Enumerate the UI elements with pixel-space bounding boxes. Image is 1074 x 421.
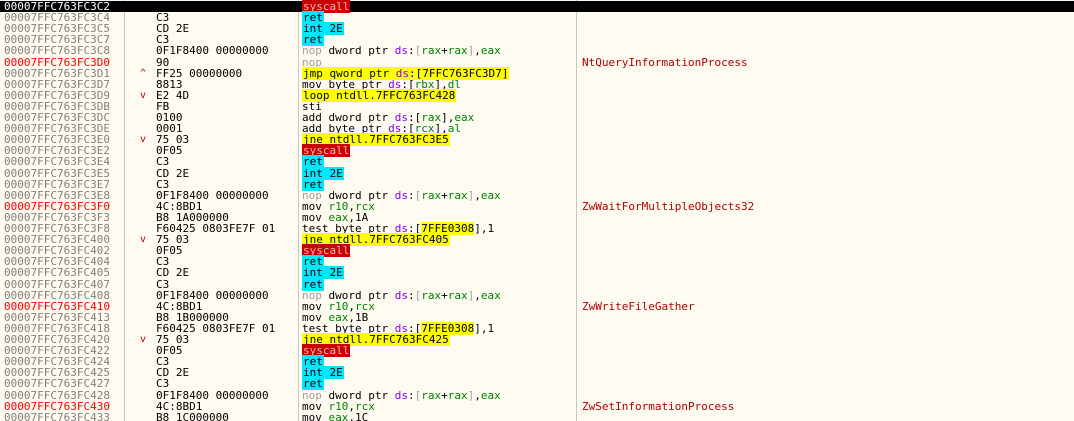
bytes-cell: 90 [156, 55, 170, 69]
disasm-row[interactable]: 00007FFC763FC433 B8 1C000000 mov eax,1C [0, 412, 1074, 421]
comment-cell: NtQueryInformationProcess [582, 55, 748, 69]
bytes-cell: B8 1C000000 [156, 410, 229, 421]
instruction-cell: syscall [302, 0, 572, 13]
disasm-row[interactable]: 00007FFC763FC407 C3 ret [0, 277, 1074, 291]
disasm-row[interactable]: 00007FFC763FC405 CD 2E int 2E [0, 266, 1074, 280]
bytes-cell: E2 4D [156, 88, 190, 102]
bytes-cell: 4C:8BD1 [156, 399, 203, 413]
operands: 2E [329, 166, 343, 180]
address-cell: 00007FFC763FC3C8 [4, 44, 110, 58]
instruction-cell: syscall [302, 244, 572, 258]
address-cell: 00007FFC763FC3D1 [4, 66, 110, 80]
disasm-row[interactable]: 00007FFC763FC3E7 C3 ret [0, 177, 1074, 191]
disasm-row[interactable]: 00007FFC763FC408 0F1F8400 00000000 nop dwo… [0, 290, 1074, 301]
address-cell: 00007FFC763FC3E5 [4, 166, 110, 180]
address-cell: 00007FFC763FC430 [4, 399, 110, 413]
instruction-cell: nop dword ptr ds:[rax+rax],eax [302, 45, 572, 56]
mnemonic: mov [302, 410, 322, 421]
bytes-cell: 0F1F8400 00000000 [156, 288, 269, 302]
comment-cell: ZwSetInformationProcess [582, 399, 735, 413]
disasm-row[interactable]: 00007FFC763FC3D1 ^ FF25 00000000 jmp qword … [0, 66, 1074, 80]
jump-arrow-icon: v [139, 134, 147, 146]
bytes-cell: FF25 00000000 [156, 66, 243, 80]
address-cell: 00007FFC763FC3E7 [4, 177, 110, 191]
bytes-cell: C3 [156, 177, 170, 191]
bytes-cell: 0F05 [156, 144, 183, 158]
comment-cell: NtAllocateVirtualMemory [582, 0, 735, 13]
disasm-row[interactable]: 00007FFC763FC3C8 0F1F8400 00000000 nop dwo… [0, 45, 1074, 56]
address-cell: 00007FFC763FC3D0 [4, 55, 110, 69]
jump-arrow-icon: v [139, 89, 147, 101]
disasm-row[interactable]: 00007FFC763FC3E4 C3 ret [0, 155, 1074, 169]
instruction-cell: int 2E [302, 366, 572, 380]
operands: dword ptr ds:[rax+rax],eax [328, 44, 501, 58]
bytes-cell: CD 2E [156, 366, 190, 380]
operands: 2E [329, 22, 343, 36]
instruction-cell: int 2E [302, 266, 572, 280]
instruction-cell: loop ntdll.7FFC763FC428 [302, 88, 572, 102]
instruction-cell: syscall [302, 144, 572, 158]
address-cell: 00007FFC763FC427 [4, 377, 110, 391]
disasm-row[interactable]: 00007FFC763FC3E5 CD 2E int 2E [0, 166, 1074, 180]
jump-arrow-icon: ^ [139, 67, 147, 79]
operands: ntdll.7FFC763FC428 [336, 88, 456, 102]
bytes-cell: C3 [156, 155, 170, 169]
bytes-cell: 0F05 [156, 0, 183, 13]
comment-cell: ZwWaitForMultipleObjects32 [582, 199, 755, 213]
jump-arrow-icon: v [139, 334, 147, 345]
disasm-row[interactable]: 00007FFC763FC427 C3 ret [0, 377, 1074, 391]
bytes-cell: 0F1F8400 00000000 [156, 44, 269, 58]
bytes-cell: C3 [156, 377, 170, 391]
bytes-cell: C3 [156, 277, 170, 291]
comment-cell: ZwWriteFileGather [582, 299, 695, 313]
address-cell: 00007FFC763FC3E4 [4, 155, 110, 169]
jump-arrow-icon: v [139, 234, 147, 246]
operands: 2E [329, 366, 343, 380]
address-cell: 00007FFC763FC405 [4, 266, 110, 280]
address-cell: 00007FFC763FC407 [4, 277, 110, 291]
instruction-cell: int 2E [302, 22, 572, 36]
operands: 2E [329, 266, 343, 280]
disasm-row[interactable]: 00007FFC763FC428 0F1F8400 00000000 nop dwo… [0, 390, 1074, 401]
disasm-row[interactable]: 00007FFC763FC430 4C:8BD1 mov r10,rcx ZwSetI… [0, 401, 1074, 412]
instruction-cell: mov eax,1C [302, 412, 572, 421]
bytes-cell: 0F05 [156, 344, 183, 358]
bytes-cell: CD 2E [156, 266, 190, 280]
instruction-cell: syscall [302, 344, 572, 358]
bytes-cell: CD 2E [156, 166, 190, 180]
disasm-row[interactable]: 00007FFC763FC3D0 90 nop NtQueryInformationP… [0, 57, 1074, 68]
bytes-cell: 0F1F8400 00000000 [156, 388, 269, 402]
address-cell: 00007FFC763FC408 [4, 288, 110, 302]
bytes-cell: 0F05 [156, 244, 183, 258]
disassembly-view[interactable]: 00007FFC763FC3C2 0F05 syscall NtAllocateVir… [0, 0, 1074, 421]
instruction-cell: int 2E [302, 166, 572, 180]
bytes-cell: CD 2E [156, 22, 190, 36]
address-cell: 00007FFC763FC428 [4, 388, 110, 402]
address-cell: 00007FFC763FC433 [4, 410, 110, 421]
operands: eax,1C [328, 410, 369, 421]
